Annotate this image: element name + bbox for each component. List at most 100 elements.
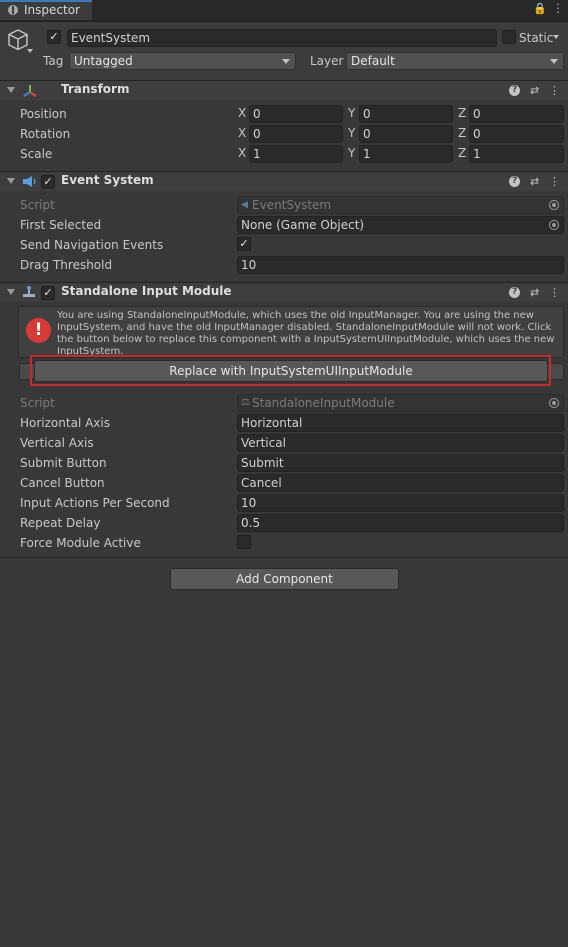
first-selected-label: First Selected xyxy=(20,218,102,232)
gameobject-cube-icon xyxy=(8,29,28,51)
warning-helpbox: ! You are using StandaloneInputModule, w… xyxy=(18,306,564,358)
kebab-menu-icon[interactable]: ⋮ xyxy=(549,286,560,299)
presets-icon[interactable]: ⇄ xyxy=(530,286,539,299)
layer-dropdown[interactable]: Default xyxy=(346,52,564,70)
position-z-field[interactable]: 0 xyxy=(469,105,564,123)
replace-with-inputsystem-button[interactable]: Replace with InputSystemUIInputModule xyxy=(34,360,548,382)
event-system-body: Script ◀ EventSystem First Selected None… xyxy=(0,191,568,279)
scale-z-field[interactable]: 1 xyxy=(469,145,564,163)
script-icon: ◀ xyxy=(241,200,248,210)
cancel-button-label: Cancel Button xyxy=(20,476,105,490)
foldout-arrow-icon[interactable] xyxy=(7,289,15,295)
scale-label: Scale xyxy=(20,147,53,161)
foldout-arrow-icon[interactable] xyxy=(7,87,15,93)
event-system-header-icons: ? ⇄ ⋮ xyxy=(509,174,560,188)
scale-y-field[interactable]: 1 xyxy=(359,145,453,163)
position-x-field[interactable]: 0 xyxy=(249,105,343,123)
object-picker-icon[interactable] xyxy=(549,220,559,230)
lock-icon[interactable]: 🔒 xyxy=(533,2,547,15)
presets-icon[interactable]: ⇄ xyxy=(530,175,539,188)
divider xyxy=(0,557,568,558)
transform-header[interactable]: Transform ? ⇄ ⋮ xyxy=(0,80,568,100)
first-selected-field[interactable]: None (Game Object) xyxy=(237,216,564,234)
script-label: Script xyxy=(20,396,55,410)
presets-icon[interactable]: ⇄ xyxy=(530,84,539,97)
tab-inspector-label: Inspector xyxy=(24,3,80,17)
input-actions-per-second-field[interactable]: 10 xyxy=(237,494,564,512)
add-component-button[interactable]: Add Component xyxy=(170,568,399,590)
axis-x-label[interactable]: X xyxy=(238,146,248,160)
standalone-header-icons: ? ⇄ ⋮ xyxy=(509,285,560,299)
warning-text: You are using StandaloneInputModule, whi… xyxy=(57,310,555,357)
rotation-label: Rotation xyxy=(20,127,71,141)
standalone-script-value: StandaloneInputModule xyxy=(252,396,395,410)
submit-button-field[interactable]: Submit xyxy=(237,454,564,472)
standalone-script-field[interactable]: ⚖ StandaloneInputModule xyxy=(237,394,564,412)
chevron-down-icon xyxy=(550,59,558,64)
error-icon: ! xyxy=(26,318,51,343)
position-y-field[interactable]: 0 xyxy=(359,105,453,123)
static-checkbox[interactable] xyxy=(502,30,516,44)
vertical-axis-label: Vertical Axis xyxy=(20,436,94,450)
tag-value: Untagged xyxy=(74,54,133,68)
help-icon[interactable]: ? xyxy=(509,287,521,298)
tag-label: Tag xyxy=(43,54,64,68)
tab-inspector[interactable]: Inspector xyxy=(0,0,92,20)
help-icon[interactable]: ? xyxy=(509,85,521,96)
axis-y-label[interactable]: Y xyxy=(348,106,358,120)
send-navigation-label: Send Navigation Events xyxy=(20,238,164,252)
rotation-z-field[interactable]: 0 xyxy=(469,125,564,143)
axis-y-label[interactable]: Y xyxy=(348,146,358,160)
vertical-axis-field[interactable]: Vertical xyxy=(237,434,564,452)
kebab-menu-icon[interactable]: ⋮ xyxy=(549,84,560,97)
static-dropdown-icon[interactable] xyxy=(553,35,559,39)
event-system-header[interactable]: ✓ Event System ? ⇄ ⋮ xyxy=(0,171,568,191)
input-module-icon xyxy=(23,286,35,297)
transform-header-icons: ? ⇄ ⋮ xyxy=(509,83,560,97)
axis-x-label[interactable]: X xyxy=(238,126,248,140)
static-label: Static xyxy=(519,31,554,45)
send-navigation-checkbox[interactable]: ✓ xyxy=(237,237,251,251)
cancel-button-field[interactable]: Cancel xyxy=(237,474,564,492)
repeat-delay-field[interactable]: 0.5 xyxy=(237,514,564,532)
help-icon[interactable]: ? xyxy=(509,176,521,187)
object-picker-icon[interactable] xyxy=(549,398,559,408)
submit-button-label: Submit Button xyxy=(20,456,107,470)
drag-threshold-field[interactable]: 10 xyxy=(237,256,564,274)
repeat-delay-label: Repeat Delay xyxy=(20,516,101,530)
axis-z-label[interactable]: Z xyxy=(458,126,468,140)
transform-title: Transform xyxy=(61,82,130,96)
drag-threshold-label: Drag Threshold xyxy=(20,258,113,272)
event-system-icon xyxy=(23,176,36,187)
event-system-script-field[interactable]: ◀ EventSystem xyxy=(237,196,564,214)
info-icon xyxy=(8,5,18,15)
foldout-arrow-icon[interactable] xyxy=(7,178,15,184)
rotation-y-field[interactable]: 0 xyxy=(359,125,453,143)
inspector-tab-bar: Inspector 🔒 ⋮ xyxy=(0,0,568,22)
standalone-enabled-checkbox[interactable]: ✓ xyxy=(41,286,55,300)
event-system-enabled-checkbox[interactable]: ✓ xyxy=(41,175,55,189)
layer-value: Default xyxy=(351,54,395,68)
script-icon: ⚖ xyxy=(241,397,250,408)
rotation-x-field[interactable]: 0 xyxy=(249,125,343,143)
force-module-active-checkbox[interactable] xyxy=(237,535,251,549)
event-system-script-value: EventSystem xyxy=(252,198,332,212)
tag-dropdown[interactable]: Untagged xyxy=(69,52,296,70)
kebab-menu-icon[interactable]: ⋮ xyxy=(549,175,560,188)
scale-x-field[interactable]: 1 xyxy=(249,145,343,163)
horizontal-axis-label: Horizontal Axis xyxy=(20,416,110,430)
horizontal-axis-field[interactable]: Horizontal xyxy=(237,414,564,432)
axis-x-label[interactable]: X xyxy=(238,106,248,120)
active-checkbox[interactable]: ✓ xyxy=(47,30,61,44)
standalone-input-module-header[interactable]: ✓ Standalone Input Module ? ⇄ ⋮ xyxy=(0,282,568,302)
layer-label: Layer xyxy=(310,54,344,68)
object-name-field[interactable]: EventSystem xyxy=(67,29,497,47)
axis-y-label[interactable]: Y xyxy=(348,126,358,140)
kebab-menu-icon[interactable]: ⋮ xyxy=(552,1,564,15)
axis-z-label[interactable]: Z xyxy=(458,106,468,120)
icon-dropdown-arrow-icon[interactable] xyxy=(27,49,33,53)
axis-z-label[interactable]: Z xyxy=(458,146,468,160)
first-selected-value: None (Game Object) xyxy=(241,218,365,232)
position-label: Position xyxy=(20,107,67,121)
object-picker-icon[interactable] xyxy=(549,200,559,210)
